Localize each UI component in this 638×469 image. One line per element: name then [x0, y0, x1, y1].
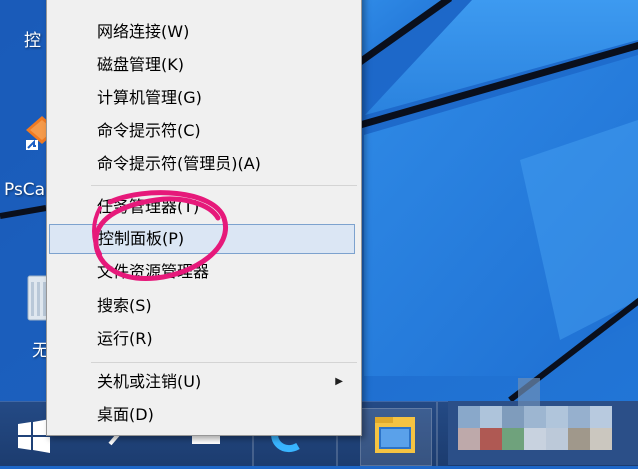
menu-item-computer-management[interactable]: 计算机管理(G)	[47, 83, 359, 113]
desktop-icon-label: PsCa	[4, 180, 46, 200]
menu-item-command-prompt-admin[interactable]: 命令提示符(管理员)(A)	[47, 149, 359, 179]
desktop-icon-recycle-bin[interactable]: 无	[0, 268, 55, 361]
taskbar-divider	[436, 402, 438, 466]
menu-item-file-explorer[interactable]: 文件资源管理器	[47, 257, 359, 287]
desktop-icon-label: 控	[24, 31, 41, 51]
menu-item-control-panel[interactable]: 控制面板(P)	[49, 224, 355, 254]
menu-separator	[91, 362, 357, 363]
menu-item-task-manager[interactable]: 任务管理器(T)	[47, 192, 359, 222]
menu-item-search[interactable]: 搜索(S)	[47, 291, 359, 321]
desktop-icon-pscad[interactable]: PsCa	[0, 108, 58, 200]
menu-item-command-prompt[interactable]: 命令提示符(C)	[47, 116, 359, 146]
menu-item-run[interactable]: 运行(R)	[47, 324, 359, 354]
menu-item-desktop[interactable]: 桌面(D)	[47, 400, 359, 430]
winx-context-menu: 网络连接(W) 磁盘管理(K) 计算机管理(G) 命令提示符(C) 命令提示符(…	[46, 0, 362, 436]
system-tray-blurred	[448, 378, 638, 465]
menu-item-label: 关机或注销(U)	[97, 372, 202, 391]
menu-item-network-connections[interactable]: 网络连接(W)	[47, 17, 359, 47]
desktop-icon-control-panel[interactable]: 控	[0, 0, 50, 60]
menu-item-disk-management[interactable]: 磁盘管理(K)	[47, 50, 359, 80]
taskbar-file-explorer[interactable]	[360, 408, 432, 466]
file-explorer-icon	[375, 417, 415, 453]
menu-item-shutdown-or-signout[interactable]: 关机或注销(U) ▶	[47, 367, 359, 397]
menu-item-partial-top[interactable]	[47, 0, 359, 13]
chevron-right-icon: ▶	[335, 376, 343, 387]
menu-separator	[91, 185, 357, 186]
